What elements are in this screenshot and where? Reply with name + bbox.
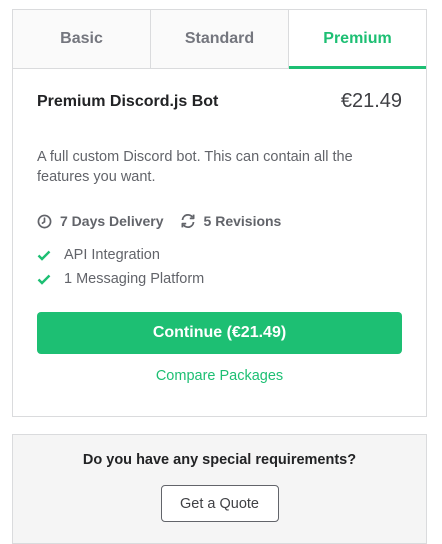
compare-packages-link[interactable]: Compare Packages: [37, 368, 402, 384]
feature-list: API Integration 1 Messaging Platform: [37, 243, 402, 291]
delivery-info: 7 Days Delivery: [37, 213, 164, 229]
check-icon: [37, 250, 51, 261]
feature-label: 1 Messaging Platform: [64, 271, 205, 287]
refresh-icon: [181, 213, 195, 229]
package-title: Premium Discord.js Bot: [37, 92, 219, 110]
feature-label: API Integration: [64, 247, 160, 263]
package-content: Premium Discord.js Bot €21.49 A full cus…: [13, 90, 426, 384]
clock-icon: [37, 214, 52, 228]
get-quote-button[interactable]: Get a Quote: [160, 485, 279, 522]
revisions-info: 5 Revisions: [180, 213, 282, 229]
package-header: Premium Discord.js Bot €21.49: [37, 90, 402, 113]
check-icon: [37, 274, 51, 285]
quote-box: Do you have any special requirements? Ge…: [12, 434, 427, 544]
feature-item: API Integration: [37, 243, 402, 267]
package-meta: 7 Days Delivery 5 Revisions: [37, 213, 402, 229]
package-card: Basic Standard Premium Premium Discord.j…: [12, 9, 427, 417]
package-price: €21.49: [340, 90, 402, 112]
package-tabs: Basic Standard Premium: [13, 10, 426, 69]
delivery-text: 7 Days Delivery: [60, 213, 164, 229]
tab-basic[interactable]: Basic: [13, 10, 151, 68]
revisions-text: 5 Revisions: [203, 213, 282, 229]
feature-item: 1 Messaging Platform: [37, 267, 402, 291]
continue-button[interactable]: Continue (€21.49): [37, 312, 402, 354]
tab-premium[interactable]: Premium: [289, 10, 426, 69]
tab-standard[interactable]: Standard: [151, 10, 289, 68]
package-description: A full custom Discord bot. This can cont…: [37, 149, 353, 185]
special-requirements-question: Do you have any special requirements?: [82, 452, 357, 468]
